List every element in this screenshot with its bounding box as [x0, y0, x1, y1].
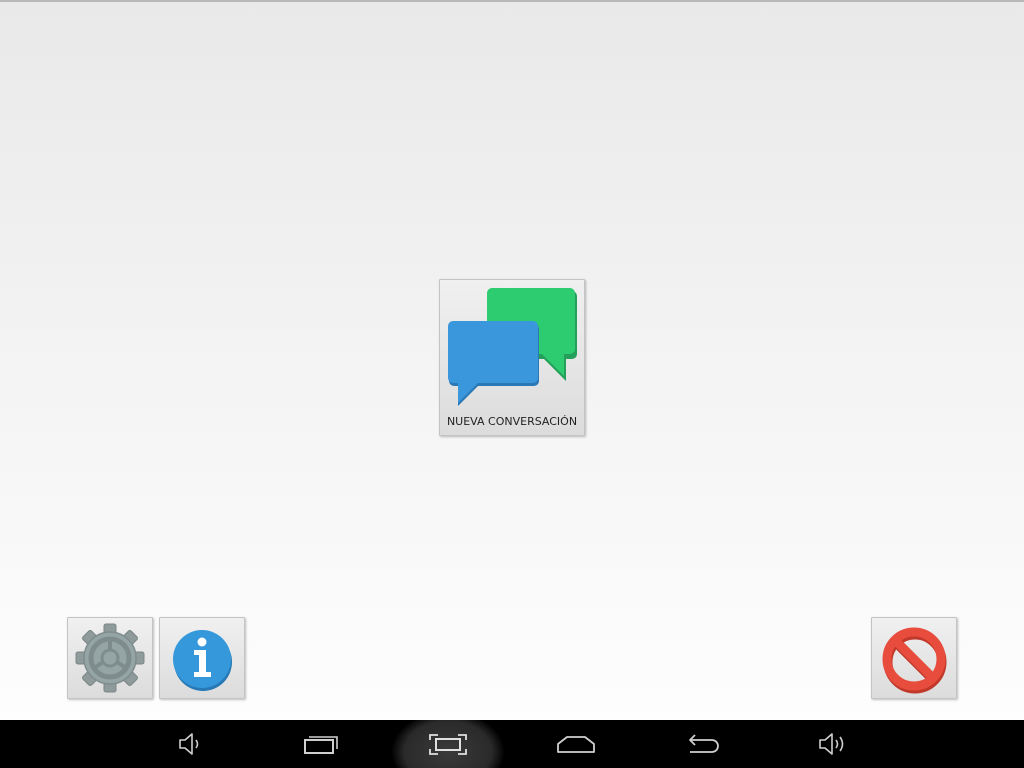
recent-apps-button[interactable] [288, 720, 352, 768]
home-icon [557, 736, 595, 753]
settings-button[interactable] [67, 617, 153, 699]
volume-down-icon [179, 733, 199, 755]
volume-down-button[interactable] [158, 720, 222, 768]
gear-icon [75, 623, 145, 693]
screenshot-button[interactable] [416, 720, 480, 768]
app-screen: NUEVA CONVERSACIÓN [0, 0, 1024, 768]
new-conversation-label: NUEVA CONVERSACIÓN [446, 415, 578, 428]
info-icon [173, 630, 232, 691]
no-entry-icon [882, 627, 947, 694]
back-arrow-icon [689, 734, 719, 753]
volume-up-icon [819, 733, 844, 755]
new-conversation-button[interactable]: NUEVA CONVERSACIÓN [439, 279, 585, 436]
exit-button[interactable] [871, 617, 957, 699]
back-button[interactable] [672, 720, 736, 768]
info-button[interactable] [159, 617, 245, 699]
navigation-bar [0, 720, 1024, 768]
home-button[interactable] [544, 720, 608, 768]
screenshot-icon [429, 734, 467, 755]
volume-up-button[interactable] [800, 720, 864, 768]
top-edge-divider [0, 0, 1024, 2]
recent-apps-icon [304, 736, 338, 754]
chat-bubbles-icon [446, 288, 580, 416]
